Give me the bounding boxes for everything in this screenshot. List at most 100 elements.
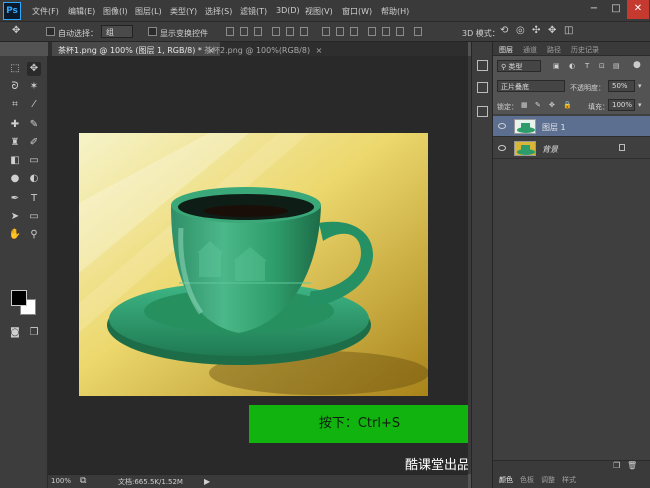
filter-toggle-icon[interactable]: ● (633, 60, 641, 70)
layer-row-layer1[interactable]: 图层 1 (493, 116, 650, 137)
menu-select[interactable]: 选择(S) (205, 6, 232, 17)
align-bottom-icon[interactable] (254, 27, 262, 36)
align-right-icon[interactable] (300, 27, 308, 36)
3d-rotate-icon[interactable]: ⟲ (500, 25, 508, 36)
layer-name[interactable]: 图层 1 (542, 122, 566, 133)
filter-smart-icon[interactable]: ▤ (613, 62, 620, 70)
maximize-button[interactable]: □ (605, 0, 627, 19)
visibility-eye-icon[interactable] (498, 123, 506, 129)
menu-help[interactable]: 帮助(H) (381, 6, 409, 17)
3d-scale-icon[interactable]: ◫ (564, 25, 573, 36)
filter-shape-icon[interactable]: ⊡ (599, 62, 605, 70)
3d-roll-icon[interactable]: ◎ (516, 25, 525, 36)
rectangle-tool-icon[interactable]: ▭ (27, 210, 41, 224)
align-hcenter-icon[interactable] (286, 27, 294, 36)
tab-color[interactable]: 颜色 (499, 475, 513, 485)
tab-paths[interactable]: 路径 (547, 45, 561, 55)
quick-mask-icon[interactable]: ◙ (8, 326, 22, 340)
align-top-icon[interactable] (226, 27, 234, 36)
align-left-icon[interactable] (272, 27, 280, 36)
tab-channels[interactable]: 通道 (523, 45, 537, 55)
tab-styles[interactable]: 样式 (562, 475, 576, 485)
filter-adjust-icon[interactable]: ◐ (569, 62, 575, 70)
lasso-tool-icon[interactable]: ᘐ (8, 80, 22, 94)
show-transform-checkbox[interactable] (148, 27, 157, 36)
history-brush-tool-icon[interactable]: ✐ (27, 136, 41, 150)
tab-cup2-close-icon[interactable]: × (316, 46, 323, 55)
marquee-tool-icon[interactable]: ⬚ (8, 62, 22, 76)
pen-tool-icon[interactable]: ✒ (8, 192, 22, 206)
delete-layer-icon[interactable]: 🗑 (627, 461, 637, 470)
zoom-level[interactable]: 100% (51, 477, 71, 485)
menu-filter[interactable]: 滤镜(T) (240, 6, 267, 17)
menu-window[interactable]: 窗口(W) (342, 6, 372, 17)
distribute-right-icon[interactable] (396, 27, 404, 36)
menu-view[interactable]: 视图(V) (305, 6, 333, 17)
hand-tool-icon[interactable]: ✋ (8, 228, 22, 242)
distribute-vcenter-icon[interactable] (336, 27, 344, 36)
auto-select-checkbox[interactable] (46, 27, 55, 36)
info-panel-icon[interactable] (477, 106, 488, 117)
menu-file[interactable]: 文件(F) (32, 6, 59, 17)
screen-mode-icon[interactable]: ❐ (27, 326, 41, 340)
path-selection-tool-icon[interactable]: ➤ (8, 210, 22, 224)
eyedropper-tool-icon[interactable]: ⁄ (27, 98, 41, 112)
distribute-bottom-icon[interactable] (350, 27, 358, 36)
properties-panel-icon[interactable] (477, 82, 488, 93)
clone-stamp-tool-icon[interactable]: ♜ (8, 136, 22, 150)
status-info-icon[interactable]: ⧉ (80, 476, 86, 486)
blend-mode-dropdown[interactable]: 正片叠底 (497, 80, 565, 92)
type-tool-icon[interactable]: T (27, 192, 41, 206)
canvas-area[interactable]: 按下：Ctrl+S 酷课堂出品 coolketang.com (48, 56, 577, 474)
lock-paint-icon[interactable]: ✎ (535, 101, 541, 109)
gradient-tool-icon[interactable]: ▭ (27, 154, 41, 168)
foreground-color-swatch[interactable] (11, 290, 27, 306)
zoom-tool-icon[interactable]: ⚲ (27, 228, 41, 242)
move-tool-icon[interactable]: ✥ (27, 62, 41, 76)
menu-layer[interactable]: 图层(L) (135, 6, 162, 17)
align-vcenter-icon[interactable] (240, 27, 248, 36)
fill-arrow-icon[interactable]: ▾ (638, 101, 642, 109)
tab-cup2[interactable]: 茶杯2.png @ 100%(RGB/8) × (198, 42, 328, 56)
crop-tool-icon[interactable]: ⌗ (8, 98, 22, 112)
magic-wand-tool-icon[interactable]: ✶ (27, 80, 41, 94)
healing-brush-tool-icon[interactable]: ✚ (8, 118, 22, 132)
tab-history[interactable]: 历史记录 (571, 45, 599, 55)
menu-type[interactable]: 类型(Y) (170, 6, 197, 17)
layer-name[interactable]: 背景 (542, 144, 558, 155)
3d-pan-icon[interactable]: ✣ (532, 25, 540, 36)
auto-align-icon[interactable] (414, 27, 422, 36)
lock-all-icon[interactable]: 🔒 (563, 101, 572, 109)
filter-type-icon[interactable]: T (585, 62, 589, 70)
opacity-arrow-icon[interactable]: ▾ (638, 82, 642, 90)
tab-adjustments[interactable]: 调整 (541, 475, 555, 485)
fill-input[interactable]: 100% (608, 99, 635, 111)
distribute-left-icon[interactable] (368, 27, 376, 36)
brush-tool-icon[interactable]: ✎ (27, 118, 41, 132)
menu-image[interactable]: 图像(I) (103, 6, 128, 17)
lock-transparent-icon[interactable]: ▦ (521, 101, 528, 109)
visibility-eye-icon[interactable] (498, 145, 506, 151)
3d-slide-icon[interactable]: ✥ (548, 25, 556, 36)
tab-swatches[interactable]: 色板 (520, 475, 534, 485)
menu-3d[interactable]: 3D(D) (276, 6, 300, 15)
new-layer-icon[interactable]: ❐ (613, 461, 620, 470)
move-tool-icon[interactable]: ✥ (12, 25, 20, 36)
status-arrow-icon[interactable]: ▶ (204, 477, 210, 486)
dodge-tool-icon[interactable]: ◐ (27, 172, 41, 186)
minimize-button[interactable]: − (583, 0, 605, 19)
filter-type-dropdown[interactable]: ⚲ 类型 (497, 60, 541, 72)
close-button[interactable]: ✕ (627, 0, 649, 19)
opacity-input[interactable]: 50% (608, 80, 635, 92)
filter-pixel-icon[interactable]: ▣ (553, 62, 560, 70)
history-panel-icon[interactable] (477, 60, 488, 71)
tab-layers[interactable]: 图层 (499, 45, 513, 55)
menu-edit[interactable]: 编辑(E) (68, 6, 95, 17)
distribute-top-icon[interactable] (322, 27, 330, 36)
distribute-hcenter-icon[interactable] (382, 27, 390, 36)
layer-row-background[interactable]: 背景 (493, 138, 650, 159)
lock-position-icon[interactable]: ✥ (549, 101, 555, 109)
blur-tool-icon[interactable]: ● (8, 172, 22, 186)
eraser-tool-icon[interactable]: ◧ (8, 154, 22, 168)
auto-select-dropdown[interactable]: 组 (101, 25, 133, 38)
